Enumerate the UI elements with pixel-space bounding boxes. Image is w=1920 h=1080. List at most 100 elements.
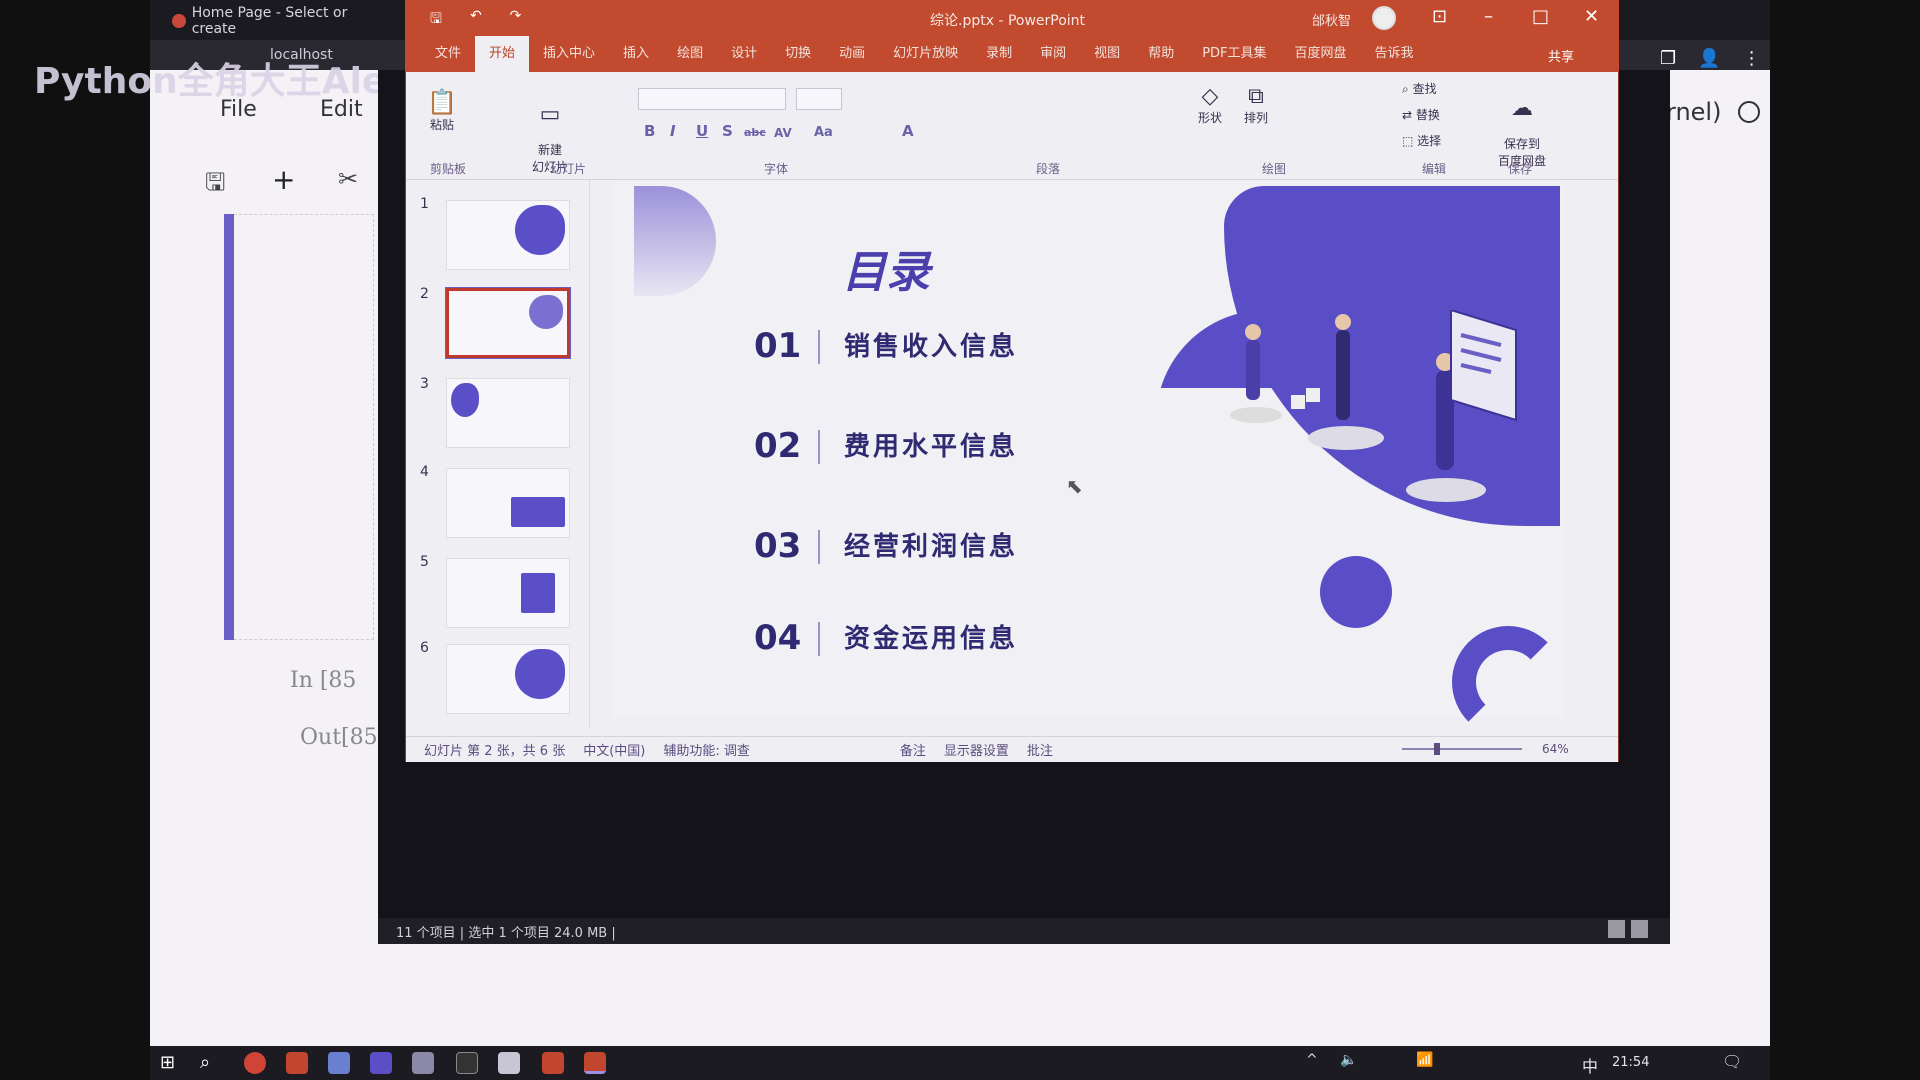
slide-thumbnail-1[interactable]: [446, 200, 570, 270]
tiles-view-icon[interactable]: [1631, 920, 1648, 938]
change-case-button[interactable]: Aa: [814, 125, 833, 140]
save-icon[interactable]: 🖫: [205, 165, 225, 206]
language-indicator[interactable]: 中文(中国): [583, 740, 645, 759]
arrange-button[interactable]: ⧉ 排列: [1236, 84, 1276, 126]
font-name-select[interactable]: [638, 88, 786, 110]
comments-button[interactable]: 批注: [1027, 740, 1053, 759]
strikethrough-button[interactable]: abc: [744, 126, 766, 139]
slide-counter: 幻灯片 第 2 张，共 6 张: [424, 744, 566, 759]
powerpoint-app-icon[interactable]: [286, 1052, 308, 1074]
toc-number[interactable]: 03: [754, 526, 801, 566]
slide-thumbnail-3[interactable]: [446, 378, 570, 448]
menu-file[interactable]: File: [220, 97, 257, 122]
tray-arrow-icon[interactable]: ^: [1306, 1052, 1328, 1074]
slide-title[interactable]: 目录: [842, 236, 930, 300]
tab-review[interactable]: 审阅: [1026, 36, 1080, 72]
italic-button[interactable]: I: [670, 122, 676, 140]
paste-button[interactable]: 📋 粘贴: [422, 88, 462, 133]
save-icon[interactable]: 🖫: [430, 8, 442, 32]
network-icon[interactable]: 📶: [1416, 1052, 1438, 1074]
terminal-icon[interactable]: [456, 1052, 478, 1074]
shapes-button[interactable]: ◇ 形状: [1190, 84, 1230, 126]
app-icon[interactable]: [370, 1052, 392, 1074]
tab-tell-me[interactable]: 告诉我: [1361, 36, 1428, 72]
font-size-select[interactable]: [796, 88, 842, 110]
select-button[interactable]: ⬚ 选择: [1402, 132, 1441, 149]
bold-button[interactable]: B: [644, 122, 655, 140]
file-explorer-icon[interactable]: [498, 1052, 520, 1074]
shadow-button[interactable]: S: [722, 122, 733, 140]
find-button[interactable]: ⌕ 查找: [1402, 80, 1437, 97]
zoom-slider[interactable]: [1402, 748, 1522, 750]
toc-number[interactable]: 02: [754, 426, 801, 466]
baidu-cloud-icon: ☁: [1511, 96, 1533, 121]
avatar[interactable]: [1372, 6, 1396, 30]
tab-animations[interactable]: 动画: [825, 36, 879, 72]
share-button[interactable]: 共享: [1548, 46, 1574, 65]
browser-tab[interactable]: Home Page - Select or create: [172, 5, 392, 37]
toc-label[interactable]: 资金运用信息: [844, 618, 1018, 655]
active-app-icon[interactable]: [584, 1052, 606, 1074]
out-prompt: Out[85: [300, 725, 378, 750]
replace-button[interactable]: ⇄ 替换: [1402, 106, 1440, 123]
app-icon[interactable]: [328, 1052, 350, 1074]
windows-start-icon[interactable]: ⊞: [160, 1052, 182, 1074]
add-cell-icon[interactable]: +: [272, 163, 295, 196]
tab-file[interactable]: 文件: [421, 36, 475, 72]
group-editing: 编辑: [1422, 162, 1447, 176]
close-icon[interactable]: ✕: [1584, 6, 1599, 27]
redo-icon[interactable]: ↷: [510, 8, 522, 32]
undo-icon[interactable]: ↶: [470, 8, 482, 32]
bookmark-icon[interactable]: ❐: [1660, 48, 1676, 69]
spacing-button[interactable]: AV: [774, 126, 792, 140]
clock[interactable]: 21:54: [1612, 1055, 1649, 1070]
underline-button[interactable]: U: [696, 122, 708, 140]
tab-baidu-netdisk[interactable]: 百度网盘: [1281, 36, 1361, 72]
volume-icon[interactable]: 🔈: [1340, 1052, 1362, 1074]
tab-slideshow[interactable]: 幻灯片放映: [879, 36, 972, 72]
ime-indicator[interactable]: 中: [1582, 1053, 1598, 1077]
code-cell[interactable]: [234, 214, 374, 640]
people-illustration: [1230, 310, 1517, 502]
tab-record[interactable]: 录制: [972, 36, 1026, 72]
notes-button[interactable]: 备注: [900, 740, 926, 759]
tab-draw[interactable]: 绘图: [663, 36, 717, 72]
details-view-icon[interactable]: [1608, 920, 1625, 938]
toc-label[interactable]: 费用水平信息: [844, 426, 1018, 463]
powerpoint-app-icon[interactable]: [542, 1052, 564, 1074]
menu-edit[interactable]: Edit: [320, 97, 363, 122]
tab-transitions[interactable]: 切换: [771, 36, 825, 72]
slide-thumbnail-5[interactable]: [446, 558, 570, 628]
display-settings-button[interactable]: 显示器设置: [944, 740, 1009, 759]
toc-number[interactable]: 04: [754, 618, 801, 658]
menu-icon[interactable]: ⋮: [1743, 48, 1761, 69]
zoom-slider-handle[interactable]: [1434, 743, 1440, 755]
toc-label[interactable]: 经营利润信息: [844, 526, 1018, 563]
accessibility-indicator[interactable]: 辅助功能: 调查: [663, 740, 750, 759]
slide-thumbnail-4[interactable]: [446, 468, 570, 538]
account-name[interactable]: 邰秋智: [1312, 10, 1351, 29]
slide-thumbnail-2[interactable]: [445, 287, 571, 359]
tab-design[interactable]: 设计: [717, 36, 771, 72]
cut-icon[interactable]: ✂: [338, 165, 358, 193]
tab-home[interactable]: 开始: [475, 36, 530, 72]
tab-help[interactable]: 帮助: [1134, 36, 1188, 72]
toc-label[interactable]: 销售收入信息: [844, 326, 1018, 363]
maximize-icon[interactable]: □: [1532, 6, 1549, 27]
tab-insert[interactable]: 插入: [609, 36, 663, 72]
ribbon-display-icon[interactable]: ⊡: [1432, 6, 1447, 27]
app-icon[interactable]: [412, 1052, 434, 1074]
font-color-button[interactable]: A: [902, 122, 914, 140]
tab-pdf-tools[interactable]: PDF工具集: [1188, 36, 1280, 72]
minimize-icon[interactable]: –: [1484, 6, 1493, 27]
tab-view[interactable]: 视图: [1080, 36, 1134, 72]
slide-thumbnail-6[interactable]: [446, 644, 570, 714]
tab-insert-center[interactable]: 插入中心: [529, 36, 609, 72]
shapes-icon: ◇: [1201, 84, 1219, 109]
search-icon[interactable]: ⌕: [200, 1052, 222, 1074]
profile-icon[interactable]: 👤: [1698, 48, 1720, 69]
chrome-icon[interactable]: [244, 1052, 266, 1074]
zoom-level[interactable]: 64%: [1542, 742, 1569, 756]
toc-number[interactable]: 01: [754, 326, 801, 366]
notification-icon[interactable]: 🗨: [1722, 1052, 1744, 1074]
